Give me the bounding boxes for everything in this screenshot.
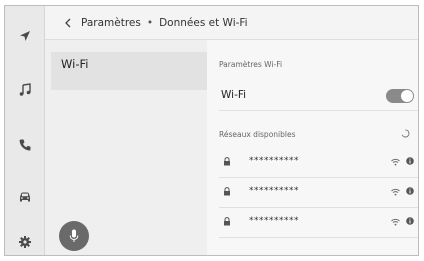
navigation-button[interactable] bbox=[13, 24, 37, 48]
network-name: ********** bbox=[249, 186, 299, 196]
back-button[interactable] bbox=[61, 13, 75, 33]
breadcrumb-settings[interactable]: Paramètres bbox=[81, 17, 141, 29]
toggle-knob bbox=[401, 90, 413, 102]
wifi-section-title: Paramètres Wi-Fi bbox=[219, 60, 283, 69]
navigation-icon bbox=[20, 31, 30, 41]
wifi-signal-icon bbox=[391, 188, 400, 196]
music-button[interactable] bbox=[13, 78, 37, 102]
head-unit-screen: Paramètres • Données et Wi-Fi Wi-Fi Para… bbox=[4, 5, 419, 256]
music-icon bbox=[19, 83, 31, 96]
menu-item-label: Wi-Fi bbox=[61, 57, 89, 71]
menu-item-wifi[interactable]: Wi-Fi bbox=[51, 52, 207, 90]
networks-section-title: Réseaux disponibles bbox=[219, 130, 296, 139]
network-row[interactable]: ********** bbox=[219, 148, 418, 178]
network-row[interactable]: ********** bbox=[219, 178, 418, 208]
breadcrumb-separator: • bbox=[146, 16, 154, 29]
network-name: ********** bbox=[249, 216, 299, 226]
wifi-settings-pane: Paramètres Wi-Fi Wi-Fi Réseaux disponibl… bbox=[207, 40, 418, 255]
network-name: ********** bbox=[249, 156, 299, 166]
chevron-left-icon bbox=[65, 18, 71, 27]
phone-icon bbox=[19, 139, 31, 151]
side-rail bbox=[5, 6, 45, 255]
car-icon bbox=[20, 192, 30, 202]
settings-button[interactable] bbox=[13, 230, 37, 254]
lock-icon bbox=[224, 157, 230, 166]
settings-menu-pane: Wi-Fi bbox=[45, 40, 207, 255]
phone-button[interactable] bbox=[13, 133, 37, 157]
header-bar: Paramètres • Données et Wi-Fi bbox=[45, 6, 418, 40]
vehicle-button[interactable] bbox=[13, 184, 37, 208]
info-button[interactable] bbox=[406, 187, 414, 195]
microphone-icon bbox=[69, 229, 79, 242]
wifi-signal-icon bbox=[391, 158, 400, 166]
wifi-toggle-label: Wi-Fi bbox=[221, 89, 247, 101]
info-button[interactable] bbox=[406, 157, 414, 165]
breadcrumb-data-wifi: Données et Wi-Fi bbox=[159, 16, 248, 29]
loading-spinner-icon bbox=[401, 129, 410, 138]
network-row[interactable]: ********** bbox=[219, 208, 418, 238]
wifi-toggle-row[interactable]: Wi-Fi bbox=[219, 83, 418, 111]
lock-icon bbox=[224, 187, 230, 196]
wifi-toggle[interactable] bbox=[386, 89, 414, 103]
settings-gear-icon bbox=[19, 236, 31, 248]
wifi-signal-icon bbox=[391, 218, 400, 226]
lock-icon bbox=[224, 217, 230, 226]
info-button[interactable] bbox=[406, 217, 414, 225]
voice-button[interactable] bbox=[59, 221, 89, 251]
